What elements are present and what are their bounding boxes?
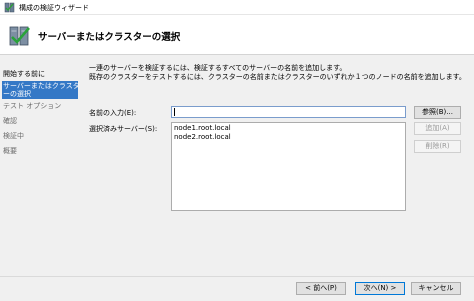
step-select-servers-line1: サーバーまたはクラスタ [3,82,80,90]
page-title: サーバーまたはクラスターの選択 [38,32,181,43]
remove-button[interactable]: 削除(R) [414,140,461,153]
next-button[interactable]: 次へ(N) > [355,282,405,295]
cluster-validation-icon [9,26,30,46]
list-item[interactable]: node1.root.local [174,124,231,132]
add-button[interactable]: 追加(A) [414,122,461,135]
name-input[interactable] [171,106,406,118]
title-bar: 構成の検証ウィザード [0,0,474,15]
cancel-button[interactable]: キャンセル [411,282,461,295]
text-caret [174,108,175,116]
step-summary: 概要 [3,147,17,155]
step-select-servers[interactable]: サーバーまたはクラスタ ーの選択 [2,81,80,99]
description-line2: 既存のクラスターをテストするには、クラスターの名前またはクラスターのいずれか１つ… [89,72,466,81]
cluster-validation-icon [4,2,15,13]
step-test-options: テスト オプション [3,102,62,110]
browse-button[interactable]: 参照(B)... [414,106,461,119]
name-input-label: 名前の入力(E): [89,109,137,117]
footer-divider [0,276,474,277]
selected-servers-label: 選択済みサーバー(S): [89,125,158,133]
description-line1: 一連のサーバーを検証するには、検証するすべてのサーバーの名前を追加します。 [89,64,347,72]
selected-servers-list[interactable]: node1.root.local node2.root.local [171,122,406,211]
wizard-header: サーバーまたはクラスターの選択 [0,15,474,55]
back-button[interactable]: < 前へ(P) [296,282,346,295]
step-select-servers-line2: ーの選択 [3,90,31,98]
window-title: 構成の検証ウィザード [19,4,89,12]
step-before-you-begin[interactable]: 開始する前に [2,70,78,78]
step-validating: 検証中 [3,132,24,140]
step-confirmation: 確認 [3,117,17,125]
list-item[interactable]: node2.root.local [174,133,231,141]
wizard-steps: 開始する前に サーバーまたはクラスタ ーの選択 テスト オプション 確認 検証中… [0,56,80,301]
description: 一連のサーバーを検証するには、検証するすべてのサーバーの名前を追加します。 既存… [89,64,466,81]
